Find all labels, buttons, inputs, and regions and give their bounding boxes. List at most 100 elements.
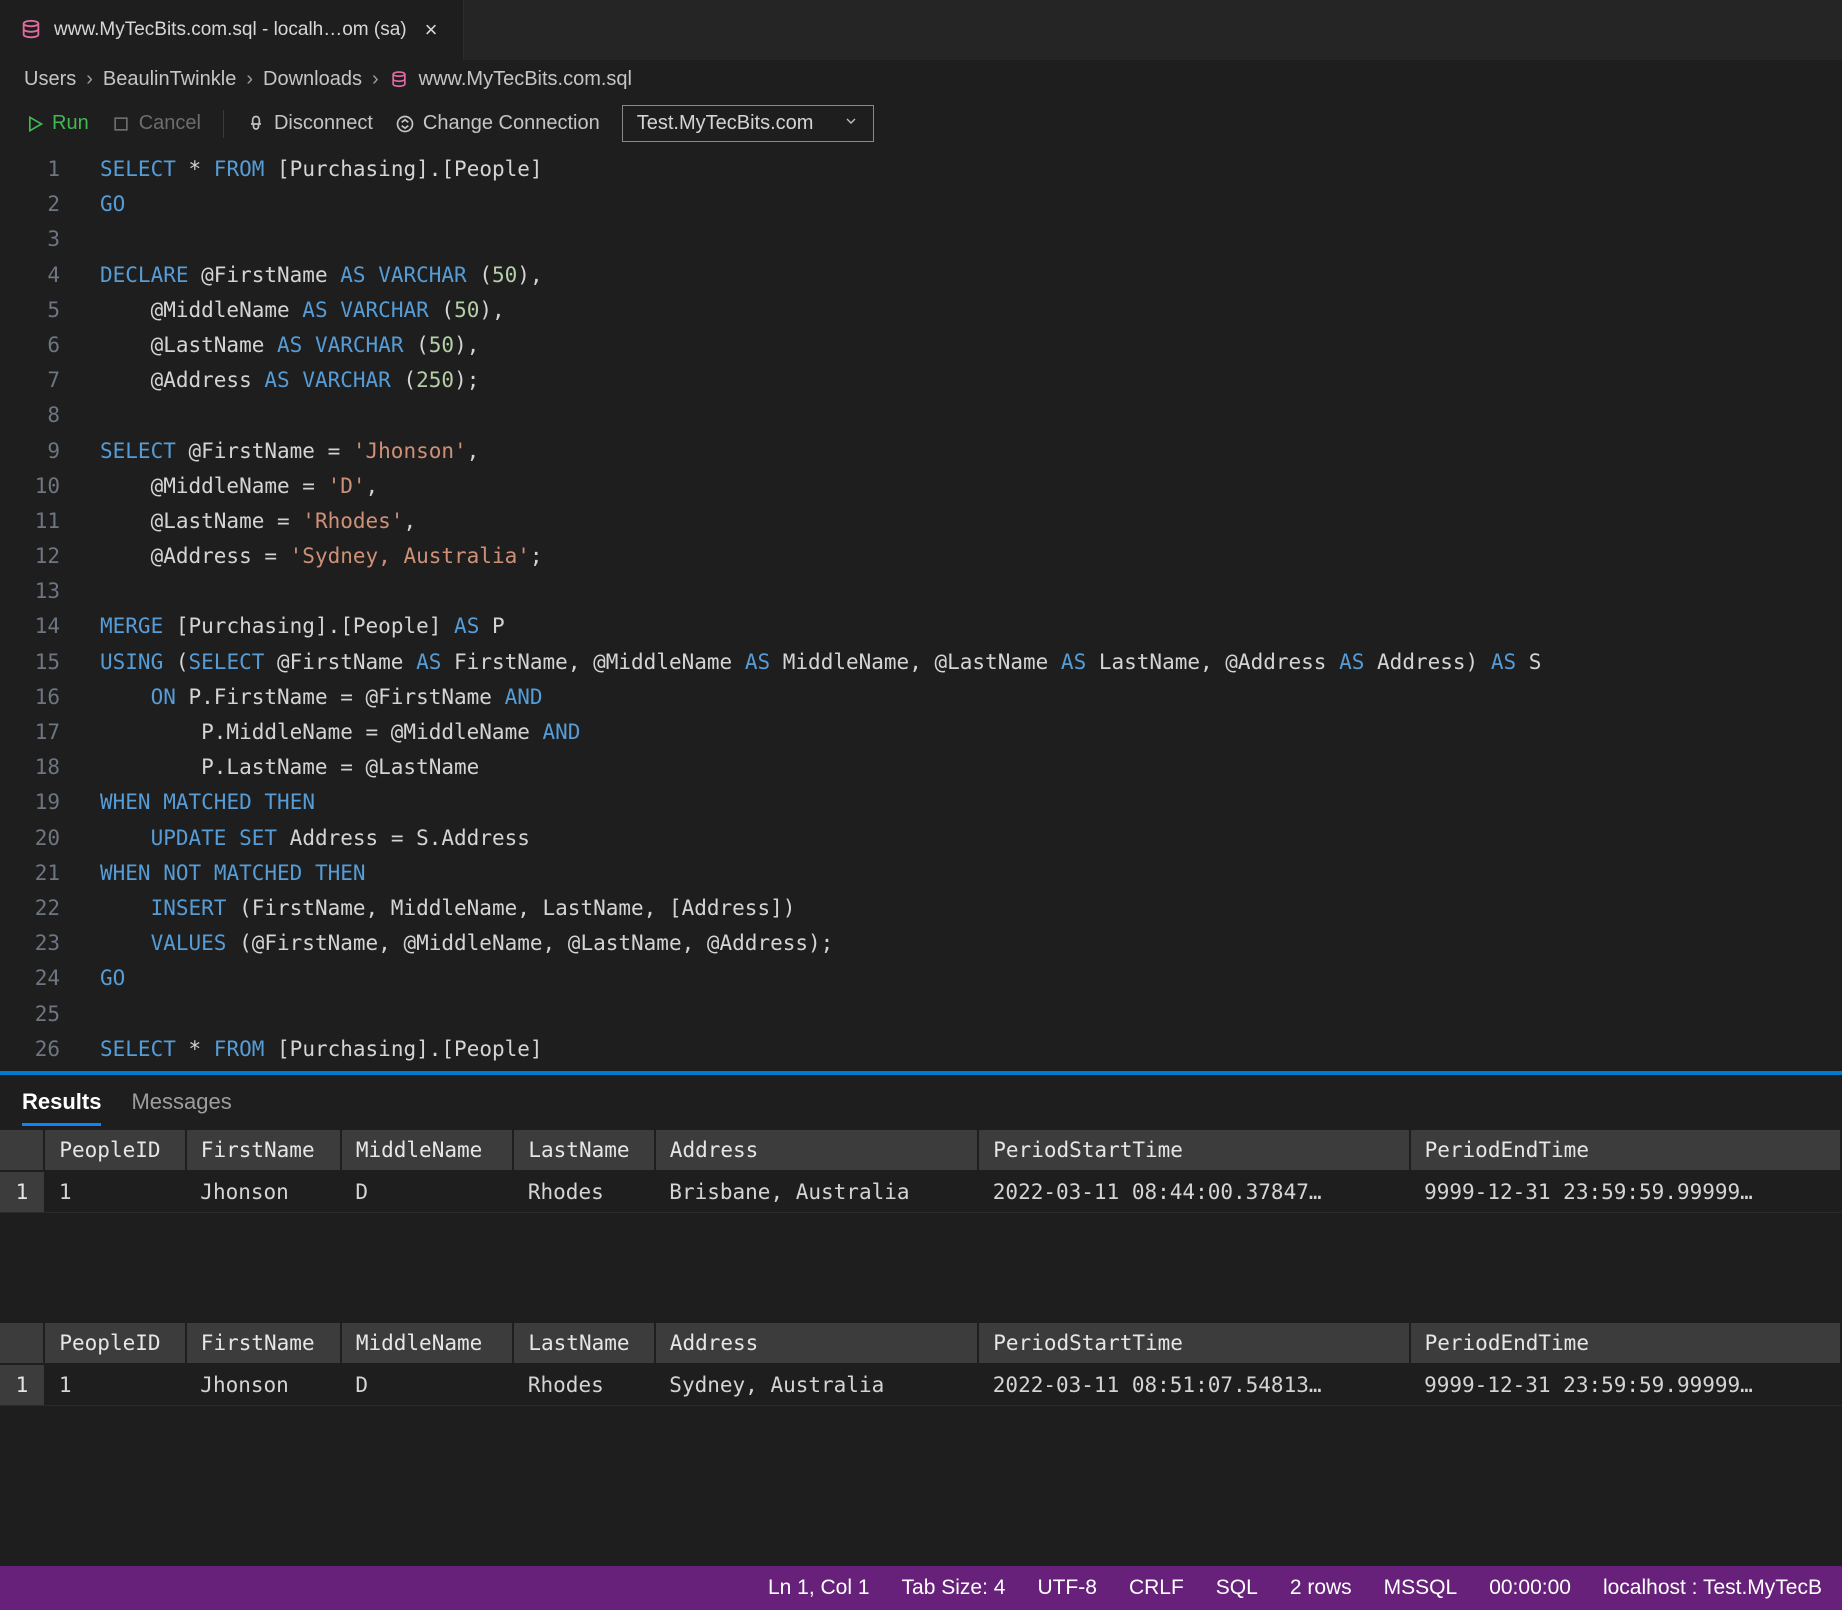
status-elapsed: 00:00:00	[1489, 1576, 1571, 1600]
status-eol[interactable]: CRLF	[1129, 1576, 1184, 1600]
tab-messages[interactable]: Messages	[131, 1089, 231, 1126]
column-header[interactable]: MiddleName	[341, 1130, 514, 1171]
column-header[interactable]: PeriodEndTime	[1410, 1323, 1841, 1364]
code-line[interactable]: MERGE [Purchasing].[People] AS P	[100, 609, 1842, 644]
code-line[interactable]: P.LastName = @LastName	[100, 750, 1842, 785]
run-label: Run	[52, 112, 89, 135]
status-server-type: MSSQL	[1384, 1576, 1458, 1600]
tab-title: www.MyTecBits.com.sql - localh…om (sa)	[54, 19, 407, 41]
chevron-right-icon: ›	[372, 68, 379, 91]
code-content[interactable]: SELECT * FROM [Purchasing].[People]GODEC…	[80, 152, 1842, 1067]
cell[interactable]: Jhonson	[186, 1364, 341, 1406]
code-line[interactable]: SELECT * FROM [Purchasing].[People]	[100, 152, 1842, 187]
cell[interactable]: 1	[44, 1364, 185, 1406]
code-line[interactable]: @MiddleName = 'D',	[100, 469, 1842, 504]
code-line[interactable]: USING (SELECT @FirstName AS FirstName, @…	[100, 645, 1842, 680]
cell[interactable]: 2022-03-11 08:51:07.54813…	[978, 1364, 1409, 1406]
database-select[interactable]: Test.MyTecBits.com	[622, 105, 875, 142]
column-header[interactable]: Address	[655, 1323, 978, 1364]
status-language[interactable]: SQL	[1216, 1576, 1258, 1600]
line-number: 23	[0, 926, 60, 961]
column-header[interactable]: FirstName	[186, 1130, 341, 1171]
column-header[interactable]: PeriodStartTime	[978, 1323, 1409, 1364]
code-line[interactable]: DECLARE @FirstName AS VARCHAR (50),	[100, 258, 1842, 293]
change-connection-button[interactable]: Change Connection	[395, 112, 600, 135]
column-header[interactable]: LastName	[513, 1130, 654, 1171]
column-header[interactable]: PeriodEndTime	[1410, 1130, 1841, 1171]
column-header[interactable]: FirstName	[186, 1323, 341, 1364]
code-line[interactable]: WHEN MATCHED THEN	[100, 785, 1842, 820]
cell[interactable]: Rhodes	[513, 1364, 654, 1406]
column-header[interactable]: PeriodStartTime	[978, 1130, 1409, 1171]
toolbar-separator	[223, 110, 224, 138]
results-tabbar: Results Messages	[0, 1075, 1842, 1130]
code-line[interactable]	[100, 222, 1842, 257]
code-line[interactable]: GO	[100, 961, 1842, 996]
code-line[interactable]: UPDATE SET Address = S.Address	[100, 821, 1842, 856]
line-number: 10	[0, 469, 60, 504]
line-number: 4	[0, 258, 60, 293]
column-header[interactable]: PeopleID	[44, 1130, 185, 1171]
cell[interactable]: Sydney, Australia	[655, 1364, 978, 1406]
disconnect-button[interactable]: Disconnect	[246, 112, 373, 135]
close-icon[interactable]: ×	[419, 17, 444, 43]
tab-results[interactable]: Results	[22, 1089, 101, 1126]
row-number-header	[0, 1323, 44, 1364]
result-table[interactable]: PeopleIDFirstNameMiddleNameLastNameAddre…	[0, 1130, 1842, 1213]
status-cursor-position[interactable]: Ln 1, Col 1	[768, 1576, 870, 1600]
tab-bar: www.MyTecBits.com.sql - localh…om (sa) ×	[0, 0, 1842, 60]
code-line[interactable]: SELECT @FirstName = 'Jhonson',	[100, 434, 1842, 469]
code-line[interactable]	[100, 997, 1842, 1032]
cell[interactable]: D	[341, 1171, 514, 1213]
column-header[interactable]: Address	[655, 1130, 978, 1171]
result-grid: PeopleIDFirstNameMiddleNameLastNameAddre…	[0, 1130, 1842, 1213]
line-number: 24	[0, 961, 60, 996]
breadcrumb: Users›BeaulinTwinkle›Downloads›www.MyTec…	[0, 60, 1842, 99]
code-line[interactable]: VALUES (@FirstName, @MiddleName, @LastNa…	[100, 926, 1842, 961]
code-line[interactable]: @LastName AS VARCHAR (50),	[100, 328, 1842, 363]
breadcrumb-item[interactable]: Users	[24, 68, 76, 91]
line-number: 14	[0, 609, 60, 644]
breadcrumb-item[interactable]: www.MyTecBits.com.sql	[419, 68, 632, 91]
result-table[interactable]: PeopleIDFirstNameMiddleNameLastNameAddre…	[0, 1323, 1842, 1406]
breadcrumb-item[interactable]: BeaulinTwinkle	[103, 68, 236, 91]
breadcrumb-item[interactable]: Downloads	[263, 68, 362, 91]
table-row[interactable]: 11JhonsonDRhodesBrisbane, Australia2022-…	[0, 1171, 1841, 1213]
disconnect-label: Disconnect	[274, 112, 373, 135]
code-line[interactable]: @Address = 'Sydney, Australia';	[100, 539, 1842, 574]
code-line[interactable]	[100, 398, 1842, 433]
status-connection[interactable]: localhost : Test.MyTecB	[1603, 1576, 1822, 1600]
stop-icon	[111, 114, 131, 134]
code-line[interactable]: GO	[100, 187, 1842, 222]
cell[interactable]: 1	[44, 1171, 185, 1213]
code-line[interactable]: ON P.FirstName = @FirstName AND	[100, 680, 1842, 715]
cell[interactable]: 9999-12-31 23:59:59.99999…	[1410, 1171, 1841, 1213]
status-tab-size[interactable]: Tab Size: 4	[902, 1576, 1006, 1600]
code-line[interactable]: INSERT (FirstName, MiddleName, LastName,…	[100, 891, 1842, 926]
column-header[interactable]: LastName	[513, 1323, 654, 1364]
line-number: 21	[0, 856, 60, 891]
line-number: 20	[0, 821, 60, 856]
database-icon	[20, 19, 42, 41]
column-header[interactable]: PeopleID	[44, 1323, 185, 1364]
cell[interactable]: 2022-03-11 08:44:00.37847…	[978, 1171, 1409, 1213]
code-line[interactable]	[100, 574, 1842, 609]
cell[interactable]: Rhodes	[513, 1171, 654, 1213]
cell[interactable]: Brisbane, Australia	[655, 1171, 978, 1213]
cell[interactable]: Jhonson	[186, 1171, 341, 1213]
code-line[interactable]: @MiddleName AS VARCHAR (50),	[100, 293, 1842, 328]
cell[interactable]: D	[341, 1364, 514, 1406]
code-line[interactable]: @Address AS VARCHAR (250);	[100, 363, 1842, 398]
run-button[interactable]: Run	[24, 112, 89, 135]
code-line[interactable]: @LastName = 'Rhodes',	[100, 504, 1842, 539]
editor-tab[interactable]: www.MyTecBits.com.sql - localh…om (sa) ×	[0, 0, 464, 60]
cell[interactable]: 9999-12-31 23:59:59.99999…	[1410, 1364, 1841, 1406]
column-header[interactable]: MiddleName	[341, 1323, 514, 1364]
code-line[interactable]: P.MiddleName = @MiddleName AND	[100, 715, 1842, 750]
table-row[interactable]: 11JhonsonDRhodesSydney, Australia2022-03…	[0, 1364, 1841, 1406]
code-line[interactable]: SELECT * FROM [Purchasing].[People]	[100, 1032, 1842, 1067]
cancel-button: Cancel	[111, 112, 201, 135]
status-encoding[interactable]: UTF-8	[1037, 1576, 1097, 1600]
code-line[interactable]: WHEN NOT MATCHED THEN	[100, 856, 1842, 891]
code-editor[interactable]: 1234567891011121314151617181920212223242…	[0, 152, 1842, 1071]
